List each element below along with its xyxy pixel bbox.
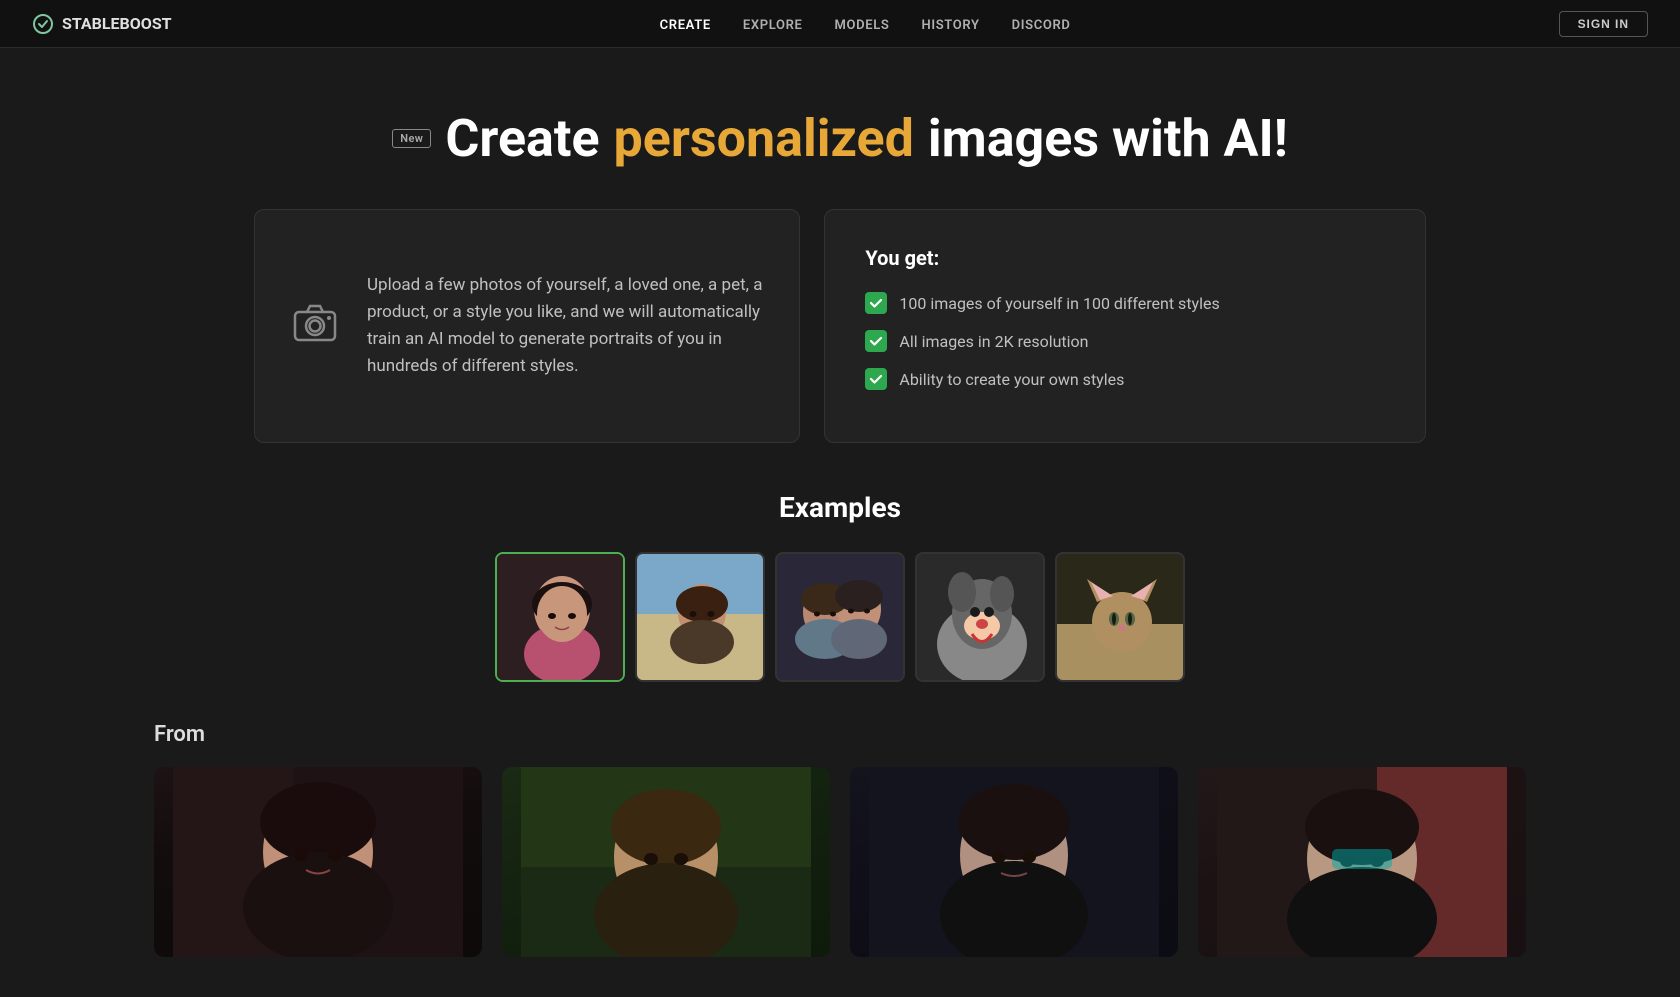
benefit-text-1: 100 images of yourself in 100 different … [899,294,1219,313]
check-icon-1 [865,292,887,314]
camera-icon [291,300,339,352]
new-badge: New [392,129,431,148]
sign-in-button[interactable]: SIGN IN [1559,11,1648,37]
example-thumb-5[interactable] [1055,552,1185,682]
benefit-text-2: All images in 2K resolution [899,332,1088,351]
nav-history[interactable]: HISTORY [921,18,979,33]
examples-title: Examples [24,491,1656,524]
example-thumb-2[interactable] [635,552,765,682]
from-section: From [0,722,1680,997]
benefit-item-3: Ability to create your own styles [865,368,1385,390]
benefits-card: You get: 100 images of yourself in 100 d… [824,209,1426,443]
nav-models[interactable]: MODELS [834,18,889,33]
benefit-item-1: 100 images of yourself in 100 different … [865,292,1385,314]
from-card-3 [850,767,1178,957]
example-thumb-4[interactable] [915,552,1045,682]
from-card-1 [154,767,482,957]
from-card-2 [502,767,830,957]
example-thumb-3[interactable] [775,552,905,682]
check-icon-2 [865,330,887,352]
benefit-text-3: Ability to create your own styles [899,370,1124,389]
nav-links: CREATE EXPLORE MODELS HISTORY DISCORD [660,14,1071,33]
benefits-title: You get: [865,246,1385,270]
hero-title: New Create personalized images with AI! [20,108,1660,169]
feature-section: Upload a few photos of yourself, a loved… [230,209,1450,443]
example-thumb-1[interactable] [495,552,625,682]
from-title: From [154,722,1526,747]
upload-description: Upload a few photos of yourself, a loved… [367,272,763,381]
logo-text: STABLEBOOST [62,14,172,33]
upload-card: Upload a few photos of yourself, a loved… [254,209,800,443]
nav-discord[interactable]: DISCORD [1012,18,1071,33]
hero-title-suffix: images with AI! [928,108,1288,169]
hero-section: New Create personalized images with AI! [0,48,1680,209]
logo[interactable]: STABLEBOOST [32,13,172,35]
from-card-4 [1198,767,1526,957]
hero-title-prefix: Create [445,108,599,169]
nav-create[interactable]: CREATE [660,18,711,33]
examples-section: Examples [0,491,1680,722]
hero-title-highlight: personalized [614,108,914,169]
examples-thumbnails [24,552,1656,682]
benefit-item-2: All images in 2K resolution [865,330,1385,352]
check-icon-3 [865,368,887,390]
from-grid [154,767,1526,957]
nav-explore[interactable]: EXPLORE [743,18,803,33]
navbar: STABLEBOOST CREATE EXPLORE MODELS HISTOR… [0,0,1680,48]
